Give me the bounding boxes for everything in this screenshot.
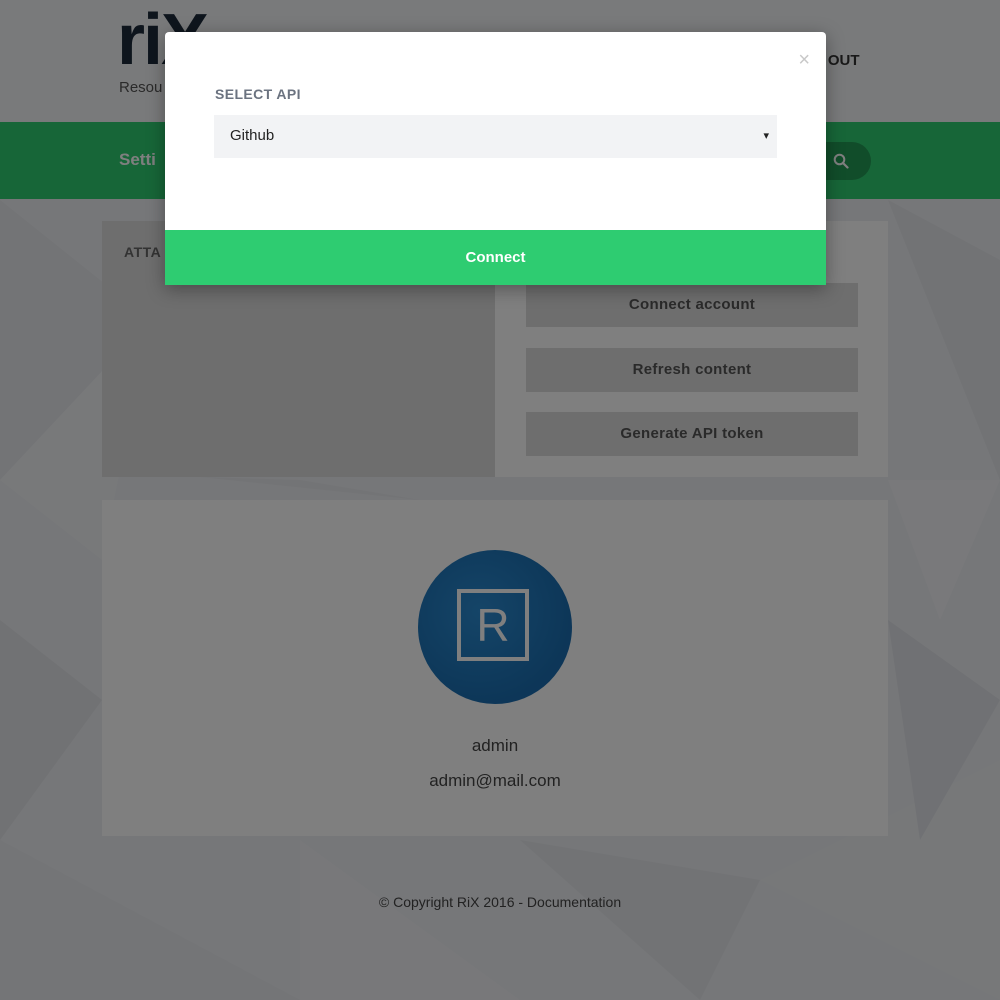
select-api-modal: × SELECT API Github ▾ Connect <box>165 32 826 285</box>
select-api-label: SELECT API <box>215 86 301 102</box>
api-select[interactable]: Github ▾ <box>214 115 777 158</box>
api-select-value: Github <box>230 127 275 144</box>
close-icon[interactable]: × <box>798 50 810 70</box>
chevron-down-icon: ▾ <box>763 130 769 142</box>
connect-button[interactable]: Connect <box>165 230 826 285</box>
